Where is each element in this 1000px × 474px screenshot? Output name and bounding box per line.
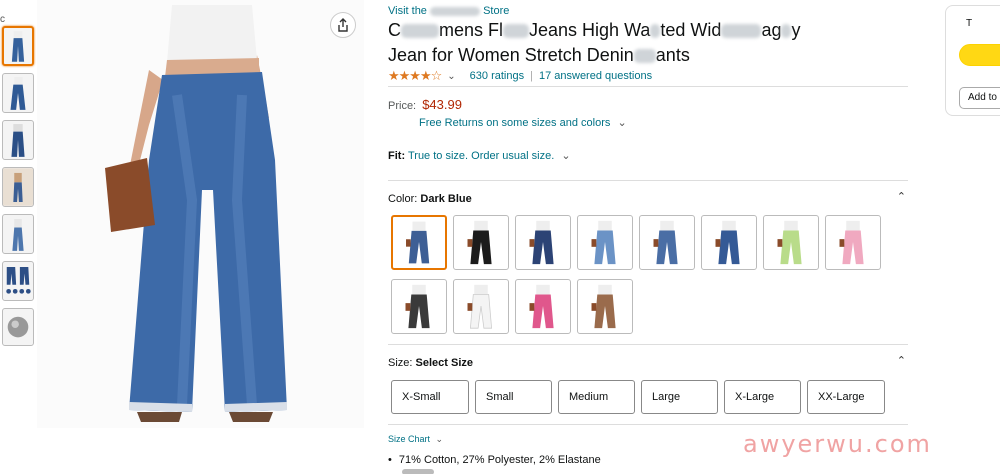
swatch-image	[591, 284, 616, 329]
swatch-image	[529, 284, 554, 329]
swatch-image	[715, 220, 740, 265]
swatch-image	[467, 220, 492, 265]
thumbnail-3[interactable]	[2, 120, 34, 160]
chevron-down-icon: ⌄	[435, 434, 444, 444]
free-returns-link[interactable]: Free Returns on some sizes and colors ⌄	[419, 116, 627, 129]
watermark-text: awyerwu.com	[743, 430, 932, 458]
size-medium-button[interactable]: Medium	[558, 380, 635, 414]
redacted-text	[402, 469, 434, 474]
chevron-down-icon: ⌄	[617, 117, 627, 129]
price-label: Price:	[388, 100, 417, 112]
corner-text: c	[0, 14, 5, 25]
price-row: Price: $43.99	[388, 97, 462, 112]
color-swatch[interactable]	[515, 215, 571, 270]
divider	[388, 180, 908, 181]
material-bullet: • 71% Cotton, 27% Polyester, 2% Elastane	[388, 454, 601, 466]
chevron-down-icon[interactable]: ⌄	[561, 150, 570, 162]
color-swatch[interactable]	[453, 279, 509, 334]
selected-size: Select Size	[415, 357, 474, 369]
size-small-button[interactable]: Small	[475, 380, 552, 414]
size-xxlarge-button[interactable]: XX-Large	[807, 380, 885, 414]
redacted-text	[503, 24, 530, 39]
buybox-title: T	[966, 18, 973, 29]
redacted-text	[401, 24, 439, 39]
rating-chevron-icon[interactable]: ⌄	[447, 71, 455, 82]
size-large-button[interactable]: Large	[641, 380, 718, 414]
redacted-store-name	[430, 6, 480, 16]
swatch-image	[777, 220, 802, 265]
selected-color: Dark Blue	[420, 193, 472, 205]
thumbnail-2[interactable]	[2, 73, 34, 113]
thumbnail-4[interactable]	[2, 167, 34, 207]
color-swatch[interactable]	[515, 279, 571, 334]
size-chart-link[interactable]: Size Chart ⌄	[388, 434, 443, 445]
ratings-count-link[interactable]: 630 ratings	[470, 70, 524, 82]
jeans-model-illustration	[37, 0, 364, 428]
thumbnail-6[interactable]	[2, 261, 34, 301]
fit-value-link[interactable]: True to size. Order usual size.	[408, 150, 554, 162]
add-to-cart-button[interactable]	[959, 44, 1000, 66]
swatch-image	[529, 220, 554, 265]
divider	[388, 86, 908, 87]
color-swatch[interactable]	[391, 279, 447, 334]
collapse-color-icon[interactable]: ⌃	[897, 190, 906, 203]
color-swatches	[391, 215, 891, 334]
size-xsmall-button[interactable]: X-Small	[391, 380, 469, 414]
swatch-image	[406, 221, 430, 264]
thumbnail-strip	[2, 26, 36, 353]
fit-row: Fit: True to size. Order usual size. ⌄	[388, 149, 571, 162]
color-swatch[interactable]	[453, 215, 509, 270]
thumbnail-5[interactable]	[2, 214, 34, 254]
thumbnail-1[interactable]	[2, 26, 34, 66]
share-icon	[338, 18, 348, 32]
divider	[388, 344, 908, 345]
color-swatch[interactable]	[763, 215, 819, 270]
color-swatch[interactable]	[701, 215, 757, 270]
size-xlarge-button[interactable]: X-Large	[724, 380, 801, 414]
main-product-image[interactable]	[37, 0, 364, 428]
color-swatch[interactable]	[825, 215, 881, 270]
answered-questions-link[interactable]: 17 answered questions	[539, 70, 652, 82]
store-link[interactable]: Visit the Store	[388, 5, 509, 17]
star-rating-icon[interactable]: ★★★★☆	[388, 68, 442, 84]
product-title: Cmens Fl Jeans High Wa ted Wid ag y Jean for…	[388, 20, 801, 65]
redacted-text	[633, 49, 656, 64]
add-to-list-button[interactable]: Add to	[959, 87, 1000, 109]
separator: |	[530, 70, 533, 82]
color-swatch[interactable]	[577, 215, 633, 270]
swatch-image	[653, 220, 678, 265]
share-button[interactable]	[330, 12, 356, 38]
bullet-icon: •	[388, 454, 392, 466]
size-label: Size: Select Size	[388, 357, 474, 369]
color-swatch[interactable]	[391, 215, 447, 270]
color-swatch[interactable]	[639, 215, 695, 270]
redacted-text	[781, 24, 792, 39]
fit-label: Fit:	[388, 150, 406, 162]
swatch-image	[839, 220, 864, 265]
redacted-text	[650, 24, 661, 39]
swatch-image	[467, 284, 493, 329]
color-swatch[interactable]	[577, 279, 633, 334]
color-label: Color: Dark Blue	[388, 193, 472, 205]
collapse-size-icon[interactable]: ⌃	[897, 354, 906, 367]
thumbnail-video[interactable]	[2, 308, 34, 346]
swatch-image	[591, 220, 616, 265]
price-value: $43.99	[422, 97, 462, 112]
redacted-text	[721, 24, 762, 39]
buy-box: T Add to	[945, 5, 1000, 116]
rating-row: ★★★★☆ ⌄ 630 ratings | 17 answered questi…	[388, 68, 652, 84]
divider	[388, 424, 908, 425]
size-options: X-Small Small Medium Large X-Large XX-La…	[391, 380, 885, 414]
swatch-image	[405, 284, 430, 329]
